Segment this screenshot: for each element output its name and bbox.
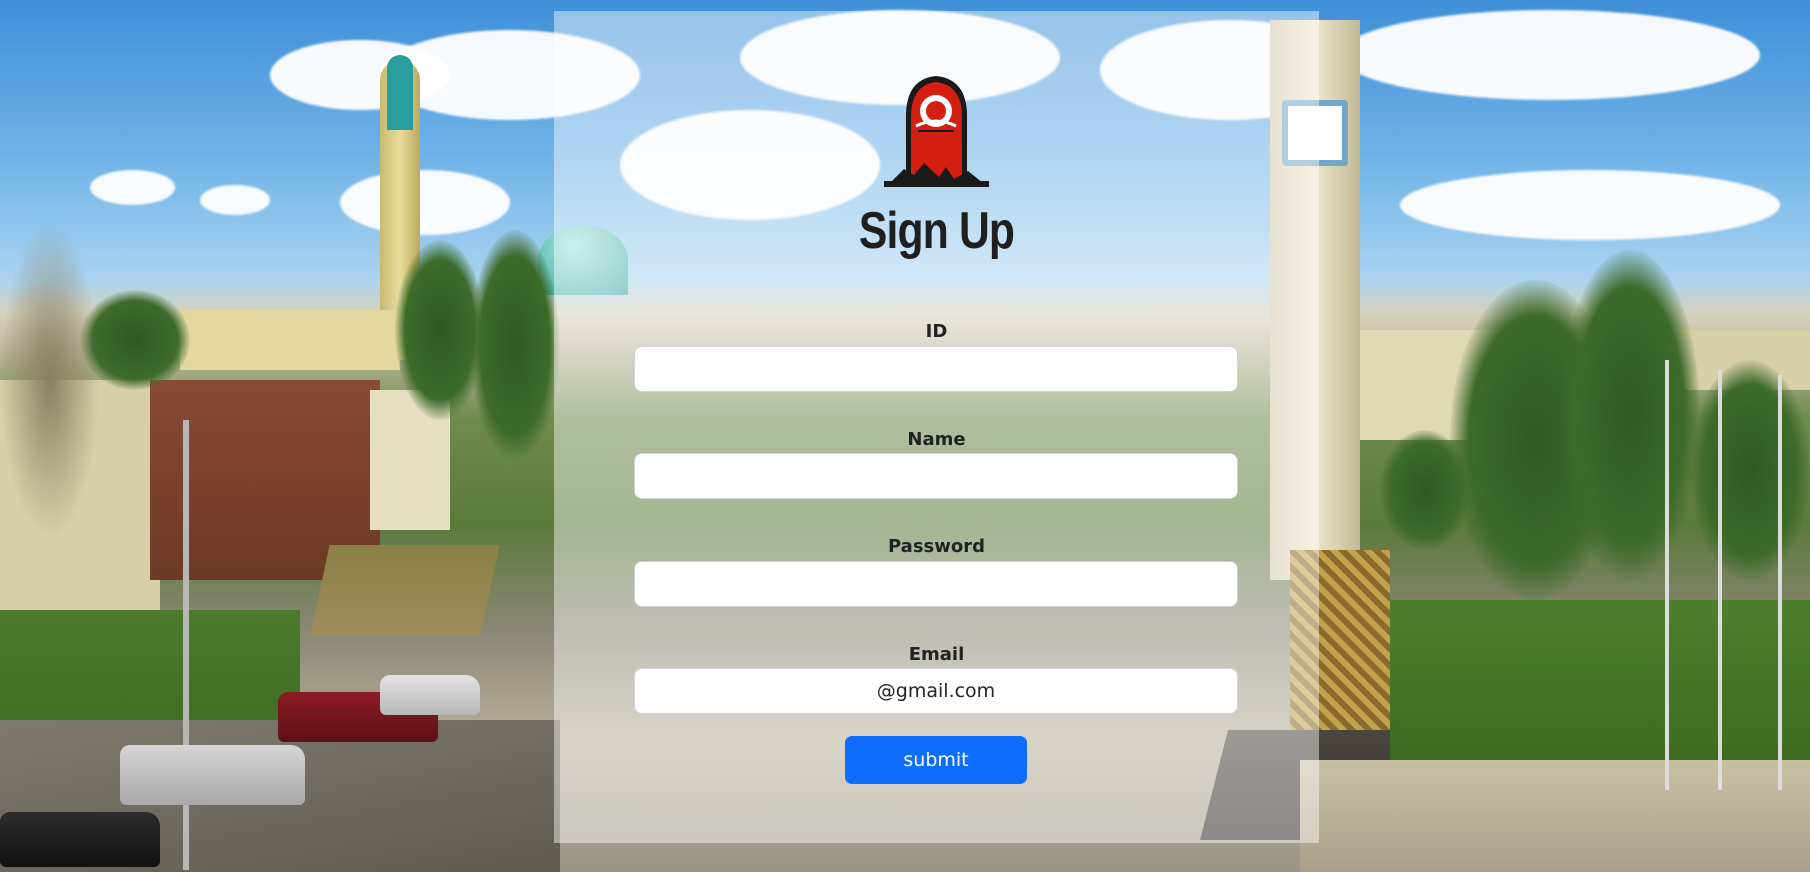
lawn bbox=[1390, 600, 1810, 760]
page-root: Sign Up ID Name Password Email submit bbox=[0, 0, 1810, 872]
cloud bbox=[1340, 10, 1760, 100]
tree bbox=[1690, 360, 1810, 580]
minaret-top bbox=[387, 55, 413, 130]
cloud bbox=[340, 170, 510, 235]
id-input[interactable] bbox=[634, 346, 1238, 392]
tree bbox=[0, 220, 100, 540]
name-input[interactable] bbox=[634, 453, 1238, 499]
mutah-university-logo-icon bbox=[884, 71, 989, 191]
tree bbox=[470, 230, 560, 460]
page-title: Sign Up bbox=[858, 202, 1015, 260]
tree bbox=[1380, 430, 1470, 550]
flag-pole bbox=[1665, 360, 1669, 790]
cloud bbox=[90, 170, 175, 205]
tree bbox=[1560, 250, 1700, 580]
email-input[interactable] bbox=[634, 668, 1238, 714]
cloud bbox=[200, 185, 270, 215]
signup-panel: Sign Up ID Name Password Email submit bbox=[554, 11, 1319, 843]
planter bbox=[310, 545, 500, 635]
flag-pole bbox=[1778, 375, 1782, 790]
name-label: Name bbox=[907, 429, 966, 450]
email-label: Email bbox=[908, 644, 965, 665]
car bbox=[120, 745, 305, 805]
submit-button[interactable]: submit bbox=[845, 736, 1027, 784]
car bbox=[0, 812, 160, 867]
id-label: ID bbox=[925, 321, 948, 342]
building bbox=[180, 310, 400, 370]
cloud bbox=[1400, 170, 1780, 240]
password-input[interactable] bbox=[634, 561, 1238, 607]
car bbox=[380, 675, 480, 715]
plaza bbox=[1300, 760, 1810, 872]
flag-pole bbox=[1718, 370, 1722, 790]
password-label: Password bbox=[887, 536, 986, 557]
logo-graphic bbox=[884, 76, 989, 187]
